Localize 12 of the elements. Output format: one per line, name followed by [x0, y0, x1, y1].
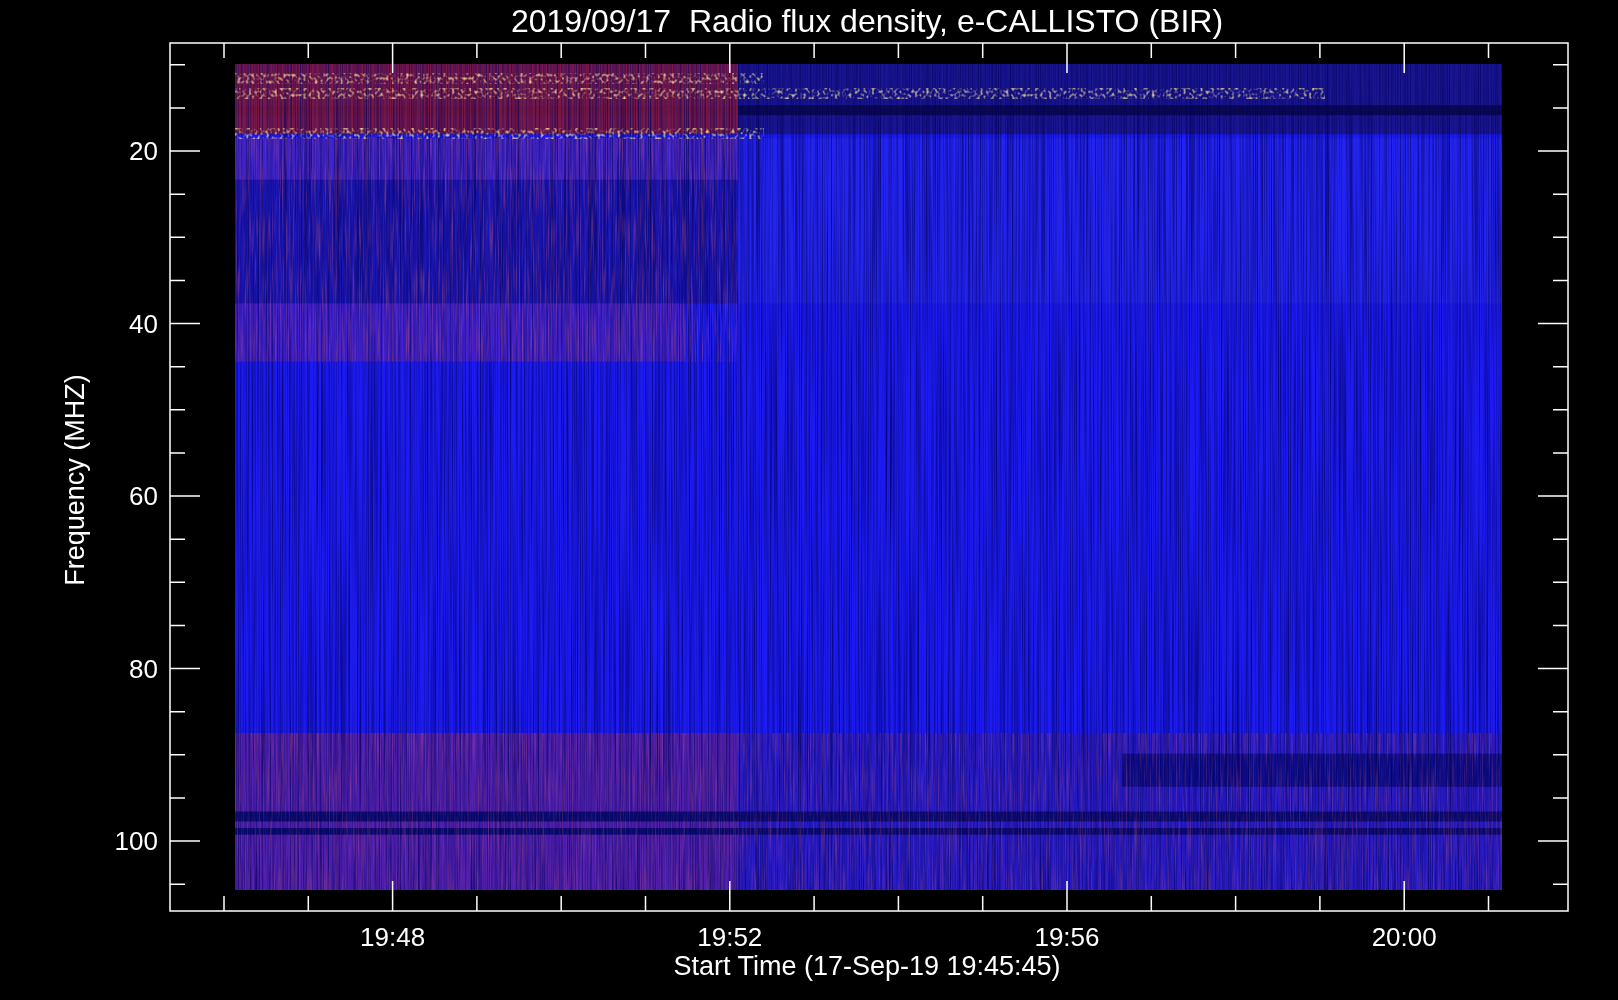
- x-tick-label: 19:52: [697, 922, 763, 952]
- x-tick-label: 20:00: [1371, 922, 1437, 952]
- x-axis-label: Start Time (17-Sep-19 19:45:45): [673, 951, 1061, 981]
- y-tick-label: 20: [129, 136, 158, 166]
- y-tick-label: 60: [129, 481, 158, 511]
- y-tick-label: 100: [114, 826, 158, 856]
- x-tick-label: 19:48: [360, 922, 426, 952]
- chart-title: 2019/09/17 Radio flux density, e-CALLISTO (BIR): [510, 3, 1224, 39]
- y-tick-label: 80: [129, 653, 158, 684]
- x-tick-label: 19:56: [1034, 922, 1100, 952]
- y-axis-label: Frequency (MHZ): [60, 374, 90, 586]
- y-tick-label: 40: [129, 308, 158, 339]
